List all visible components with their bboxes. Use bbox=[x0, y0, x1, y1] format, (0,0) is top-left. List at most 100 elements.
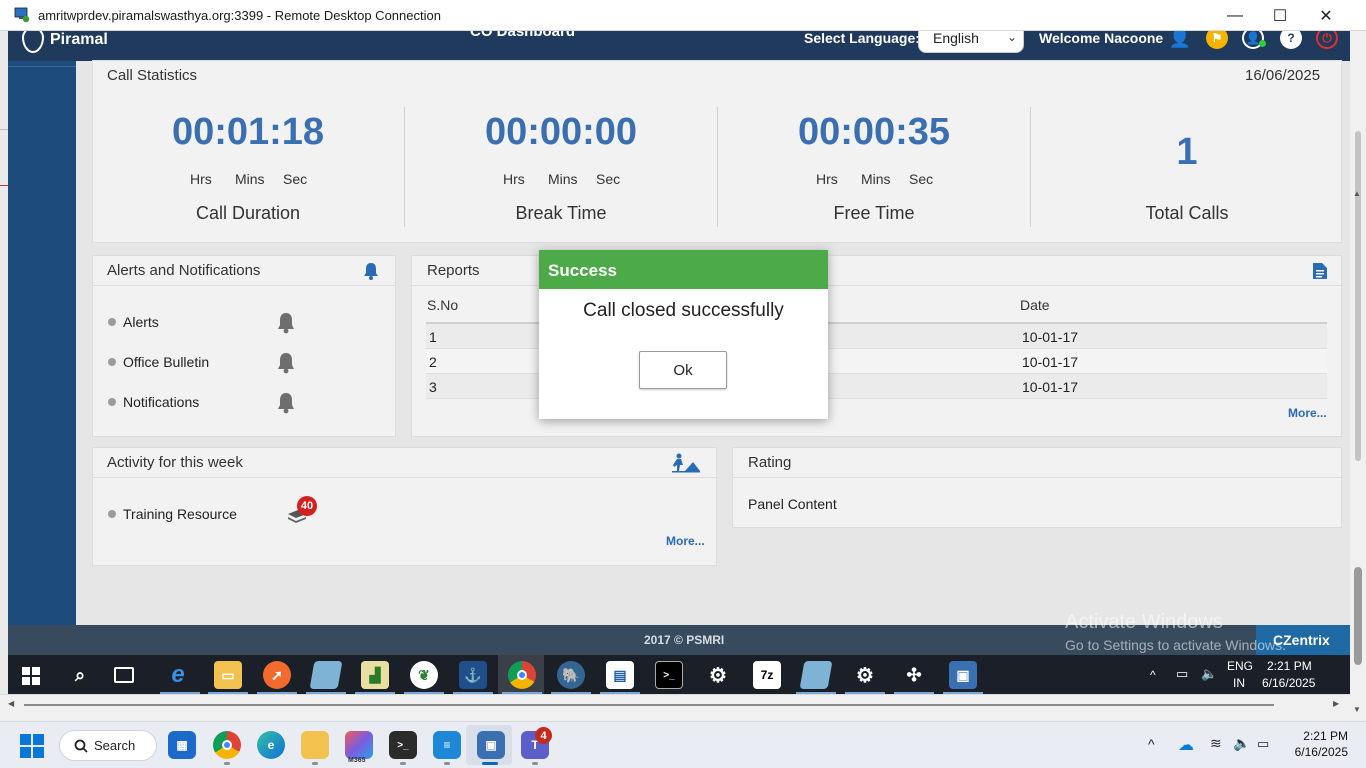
running-indicator bbox=[532, 762, 538, 765]
windows-start-icon[interactable] bbox=[22, 667, 40, 685]
running-indicator bbox=[400, 762, 406, 765]
terminal-icon[interactable]: >_ bbox=[389, 731, 417, 759]
network-app-icon[interactable]: ✣ bbox=[900, 661, 928, 689]
piramal-logo[interactable]: Piramal bbox=[22, 31, 108, 53]
remote-clock-time[interactable]: 2:21 PM bbox=[1267, 659, 1312, 673]
chart-app-icon[interactable]: ▟ bbox=[361, 661, 389, 689]
windows-start-icon[interactable] bbox=[20, 734, 44, 758]
flag-icon[interactable]: ⚑ bbox=[1206, 31, 1228, 49]
rating-panel-content: Panel Content bbox=[748, 496, 837, 512]
host-clock-date: 6/16/2025 bbox=[1294, 745, 1348, 759]
host-clock[interactable]: 2:21 PM 6/16/2025 bbox=[1290, 728, 1348, 760]
power-icon[interactable]: ⏻ bbox=[1316, 31, 1338, 49]
scroll-right-arrow-icon[interactable]: ▶ bbox=[1333, 699, 1339, 708]
search-icon bbox=[74, 739, 88, 753]
bell-icon[interactable] bbox=[276, 392, 296, 414]
services-gear-icon[interactable]: ⚙ bbox=[851, 661, 879, 689]
help-icon[interactable]: ? bbox=[1280, 31, 1302, 49]
scroll-down-arrow-icon[interactable]: ▼ bbox=[1353, 705, 1361, 714]
list-bullet bbox=[108, 398, 116, 406]
remote-vertical-scrollbar[interactable]: ▲ ▼ bbox=[1350, 31, 1366, 721]
postman-icon[interactable]: ➚ bbox=[263, 661, 291, 689]
network-icon[interactable]: ▭ bbox=[1176, 666, 1188, 682]
maximize-button[interactable]: ☐ bbox=[1257, 0, 1303, 31]
rdp-title-bar: amritwprdev.piramalswasthya.org:3399 - R… bbox=[0, 0, 1366, 31]
m365-icon[interactable] bbox=[345, 731, 373, 759]
search-label: Search bbox=[94, 738, 136, 753]
bell-icon[interactable] bbox=[276, 312, 296, 334]
bell-icon[interactable] bbox=[276, 352, 296, 374]
free-time-caption: Free Time bbox=[833, 203, 915, 223]
notepad-icon[interactable] bbox=[309, 661, 343, 689]
volume-icon[interactable]: 🔈 bbox=[1233, 735, 1250, 752]
host-divider bbox=[0, 129, 8, 130]
office-bulletin-item[interactable]: Office Bulletin bbox=[123, 354, 209, 370]
mongodb-icon[interactable]: ❦ bbox=[410, 661, 438, 689]
bell-icon[interactable] bbox=[362, 262, 380, 280]
wifi-icon[interactable]: ≋ bbox=[1210, 735, 1222, 752]
call-duration-caption: Call Duration bbox=[195, 203, 301, 223]
close-button[interactable]: ✕ bbox=[1303, 0, 1349, 31]
activate-windows-subtitle: Go to Settings to activate Windows. bbox=[1065, 637, 1286, 653]
row-date: 10-01-17 bbox=[1022, 354, 1079, 370]
agent-status-icon[interactable]: 👤 bbox=[1169, 31, 1191, 49]
unit-sec: Sec bbox=[909, 171, 934, 187]
remote-taskbar: ⌕ e ▭ ➚ ▟ ❦ ⚓ 🐘 ▤ >_ ⚙ 7z ⚙ ✣ ▣ ^ ▭ 🔈 EN… bbox=[8, 655, 1350, 694]
taskbar-search-box[interactable]: Search bbox=[59, 730, 157, 761]
document-icon[interactable] bbox=[1312, 262, 1328, 280]
notifications-item[interactable]: Notifications bbox=[123, 394, 199, 410]
running-indicator bbox=[224, 762, 230, 765]
chrome-icon[interactable] bbox=[213, 731, 241, 759]
unit-hrs: Hrs bbox=[816, 171, 838, 187]
sidebar-divider bbox=[8, 66, 76, 67]
reports-more-link[interactable]: More... bbox=[1288, 406, 1327, 420]
pgadmin-icon[interactable]: 🐘 bbox=[557, 661, 585, 689]
edge-icon[interactable]: e bbox=[257, 731, 285, 759]
language-select[interactable]: English ⌄ bbox=[918, 31, 1024, 53]
file-explorer-icon[interactable] bbox=[301, 731, 329, 759]
ok-button[interactable]: Ok bbox=[639, 351, 727, 389]
settings-gear-icon[interactable]: ⚙ bbox=[704, 661, 732, 689]
notepad-icon[interactable] bbox=[799, 661, 833, 689]
minimize-button[interactable]: — bbox=[1212, 0, 1258, 31]
copyright-text: 2017 © PSMRI bbox=[644, 633, 725, 647]
remote-desktop-icon[interactable]: ▣ bbox=[949, 661, 977, 689]
construction-worker-icon[interactable] bbox=[671, 453, 701, 473]
scrollbar-thumb[interactable] bbox=[1355, 131, 1361, 461]
file-explorer-icon[interactable]: ▭ bbox=[214, 661, 242, 689]
scrollbar-thumb[interactable] bbox=[24, 704, 1274, 706]
onedrive-icon[interactable]: ☁ bbox=[1178, 735, 1194, 755]
scroll-left-arrow-icon[interactable]: ◀ bbox=[8, 699, 14, 708]
volume-icon[interactable]: 🔈 bbox=[1201, 666, 1217, 682]
notepad-icon[interactable]: ≡ bbox=[433, 731, 461, 759]
chrome-icon[interactable] bbox=[508, 661, 536, 689]
host-clock-time: 2:21 PM bbox=[1303, 729, 1348, 743]
rdp-horizontal-scrollbar[interactable]: ◀ ▶ bbox=[0, 694, 1350, 721]
mysql-workbench-icon[interactable]: ⚓ bbox=[459, 661, 487, 689]
stat-separator bbox=[1030, 107, 1031, 227]
scroll-up-arrow-icon[interactable]: ▲ bbox=[1353, 189, 1361, 198]
running-indicator bbox=[312, 762, 318, 765]
terminal-icon[interactable]: >_ bbox=[655, 661, 683, 689]
tray-chevron-icon[interactable]: ^ bbox=[1150, 668, 1156, 682]
search-icon[interactable]: ⌕ bbox=[66, 661, 94, 689]
battery-icon[interactable]: ▭ bbox=[1257, 736, 1269, 752]
host-scrollbar-thumb[interactable] bbox=[1354, 567, 1362, 665]
training-resource-item[interactable]: Training Resource bbox=[123, 506, 237, 522]
lang-top[interactable]: ENG bbox=[1227, 659, 1253, 673]
7zip-icon[interactable]: 7z bbox=[753, 661, 781, 689]
call-duration-value: 00:01:18 bbox=[171, 111, 325, 153]
lang-bottom[interactable]: IN bbox=[1233, 676, 1245, 690]
window-app-icon[interactable]: ▤ bbox=[606, 661, 634, 689]
internet-explorer-icon[interactable]: e bbox=[164, 661, 192, 689]
remote-clock-date[interactable]: 6/16/2025 bbox=[1262, 676, 1315, 690]
remote-desktop-icon[interactable]: ▣ bbox=[477, 731, 505, 759]
activate-windows-title: Activate Windows bbox=[1065, 611, 1223, 633]
task-view-icon[interactable] bbox=[114, 667, 134, 683]
teams-notification-badge: 4 bbox=[535, 727, 552, 744]
microsoft-store-icon[interactable]: ▦ bbox=[168, 731, 196, 759]
tray-chevron-icon[interactable]: ^ bbox=[1148, 736, 1155, 752]
rdp-window-title: amritwprdev.piramalswasthya.org:3399 - R… bbox=[38, 8, 441, 23]
alerts-item[interactable]: Alerts bbox=[123, 314, 159, 330]
activity-more-link[interactable]: More... bbox=[666, 534, 705, 548]
